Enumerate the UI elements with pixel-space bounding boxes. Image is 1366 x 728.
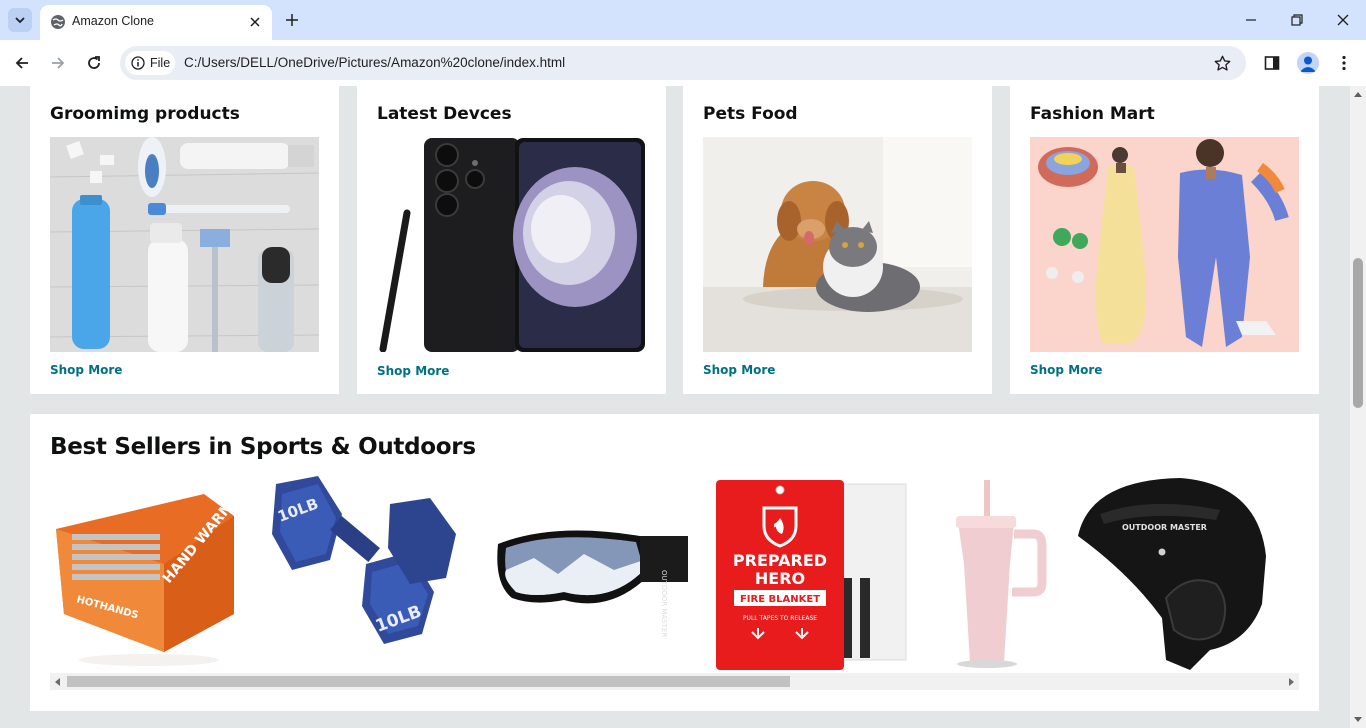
close-icon — [1337, 14, 1349, 26]
scroll-down-arrow-icon[interactable] — [1354, 717, 1362, 722]
brand-label-text: OUTDOOR MASTER — [660, 570, 668, 637]
tab-title: Amazon Clone — [72, 14, 154, 28]
browser-tab[interactable]: Amazon Clone — [40, 5, 272, 40]
window-close-button[interactable] — [1333, 10, 1353, 30]
grooming-products-image[interactable] — [50, 137, 319, 352]
forward-button[interactable] — [46, 51, 70, 75]
vertical-scrollbar-thumb[interactable] — [1353, 258, 1363, 408]
product-fire-blanket[interactable]: PREPARED HERO FIRE BLANKET PULL TAPES TO… — [714, 474, 914, 674]
product-title-text: PREPARED — [733, 551, 827, 570]
tab-search-button[interactable] — [8, 8, 32, 32]
product-hand-warmers[interactable]: HAND WARMERS HOTHANDS — [54, 474, 244, 669]
arrow-left-icon — [15, 57, 28, 69]
scroll-right-arrow-icon[interactable] — [1289, 678, 1294, 686]
horizontal-scrollbar[interactable] — [50, 673, 1299, 690]
new-tab-button[interactable] — [282, 10, 302, 30]
reload-icon — [88, 56, 100, 69]
restore-button[interactable] — [1287, 10, 1307, 30]
site-info-label: File — [150, 56, 171, 70]
browser-menu-button[interactable] — [1332, 51, 1356, 75]
star-icon — [1214, 55, 1230, 71]
arrow-right-icon — [52, 57, 65, 69]
profile-avatar[interactable] — [1297, 52, 1319, 74]
scroll-left-arrow-icon[interactable] — [55, 678, 60, 686]
side-panel-icon — [1264, 56, 1280, 70]
back-button[interactable] — [10, 51, 34, 75]
product-dumbbells[interactable]: 10LB 10LB — [270, 474, 470, 674]
browser-tab-strip: Amazon Clone — [0, 0, 1366, 40]
product-label-text: PULL TAPES TO RELEASE — [743, 615, 817, 622]
product-ski-goggles[interactable]: OUTDOOR MASTER — [494, 474, 690, 669]
card-title: Latest Devces — [377, 104, 512, 124]
reload-button[interactable] — [82, 51, 106, 75]
scroll-up-arrow-icon[interactable] — [1354, 92, 1362, 97]
category-card-pets: Pets Food Shop More — [683, 86, 992, 394]
card-title: Fashion Mart — [1030, 104, 1155, 124]
close-icon — [250, 17, 260, 27]
minimize-icon — [1246, 19, 1256, 21]
product-label-text: FIRE BLANKET — [740, 594, 820, 605]
page-viewport: Groomimg products Shop More Latest Devce… — [0, 86, 1350, 728]
vertical-scrollbar[interactable] — [1350, 86, 1366, 728]
product-title-text: HERO — [755, 569, 805, 588]
more-vertical-icon — [1342, 55, 1346, 71]
bookmark-button[interactable] — [1212, 53, 1232, 73]
smartphone-image[interactable] — [377, 137, 646, 352]
best-sellers-section: Best Sellers in Sports & Outdoors HAND W… — [30, 414, 1319, 711]
category-card-fashion: Fashion Mart Shop More — [1010, 86, 1319, 394]
side-panel-button[interactable] — [1260, 51, 1284, 75]
url-text[interactable]: C:/Users/DELL/OneDrive/Pictures/Amazon%2… — [184, 55, 565, 70]
plus-icon — [286, 14, 298, 26]
section-title: Best Sellers in Sports & Outdoors — [50, 434, 476, 460]
category-card-grooming: Groomimg products Shop More — [30, 86, 339, 394]
restore-icon — [1291, 14, 1303, 26]
card-title: Pets Food — [703, 104, 798, 124]
shop-more-link[interactable]: Shop More — [377, 364, 449, 378]
brand-label-text: OUTDOOR MASTER — [1122, 523, 1207, 532]
pets-image[interactable] — [703, 137, 972, 352]
card-title: Groomimg products — [50, 104, 240, 124]
site-info-chip[interactable]: File — [125, 51, 175, 75]
shop-more-link[interactable]: Shop More — [1030, 363, 1102, 377]
fashion-image[interactable] — [1030, 137, 1299, 352]
category-card-devices: Latest Devces Shop More — [357, 86, 666, 394]
chevron-down-icon — [15, 17, 25, 24]
horizontal-scrollbar-thumb[interactable] — [67, 676, 790, 687]
minimize-button[interactable] — [1241, 10, 1261, 30]
address-bar[interactable]: File C:/Users/DELL/OneDrive/Pictures/Ama… — [120, 46, 1246, 80]
product-tumbler[interactable] — [930, 474, 1050, 674]
globe-icon — [51, 15, 65, 29]
shop-more-link[interactable]: Shop More — [703, 363, 775, 377]
person-icon — [1300, 56, 1316, 72]
browser-toolbar: File C:/Users/DELL/OneDrive/Pictures/Ama… — [0, 40, 1366, 86]
info-icon — [131, 56, 145, 70]
tab-close-button[interactable] — [246, 13, 264, 31]
shop-more-link[interactable]: Shop More — [50, 363, 122, 377]
product-ski-helmet[interactable]: OUTDOOR MASTER — [1070, 474, 1270, 674]
